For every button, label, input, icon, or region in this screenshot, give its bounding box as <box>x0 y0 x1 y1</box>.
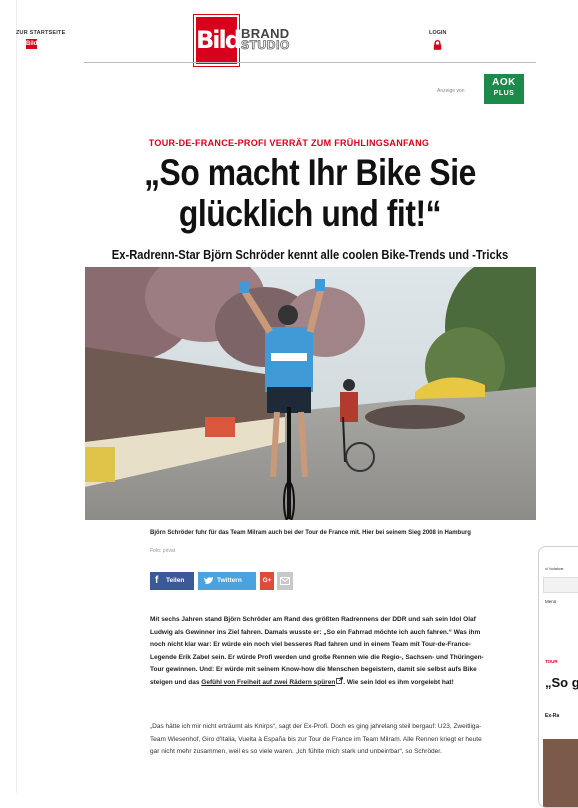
article-subline: Ex-Radrenn-Star Björn Schröder kennt all… <box>111 247 509 262</box>
article-kicker: TOUR-DE-FRANCE-PROFI VERRÄT ZUM FRÜHLING… <box>148 138 430 148</box>
facebook-icon: f <box>155 575 159 586</box>
page-left-border <box>16 0 17 793</box>
phone-status-bar: ııl Vodafone <box>545 567 564 571</box>
email-share-button[interactable] <box>277 572 293 590</box>
facebook-share-label: Teilen <box>166 577 185 584</box>
paragraph-1-text-end: . Wie sein Idol es ihm vorgelebt hat! <box>343 678 454 686</box>
phone-headline: „So gl <box>545 675 578 690</box>
freedom-link[interactable]: Gefühl von Freiheit auf zwei Rädern spür… <box>201 679 335 686</box>
article-paragraph-2: „Das hätte ich mir nicht erträumt als Kn… <box>150 723 482 755</box>
twitter-icon <box>204 577 213 584</box>
home-link[interactable]: ZUR STARTSEITE <box>16 30 65 36</box>
facebook-share-button[interactable]: f Teilen <box>150 572 194 590</box>
header-divider <box>84 62 536 63</box>
home-bild-icon[interactable]: Bild <box>26 39 37 49</box>
mobile-preview-mockup: ııl Vodafone Menü TOUR „So gl Ex-Ra <box>538 546 578 808</box>
phone-menu-label: Menü <box>545 599 557 604</box>
phone-address-bar <box>543 577 578 593</box>
phone-hero-image <box>543 739 578 807</box>
hero-image-cyclist <box>85 267 536 520</box>
image-credit: Foto: privat <box>150 548 176 554</box>
mail-icon <box>280 577 290 585</box>
article-paragraph-1: Mit sechs Jahren stand Björn Schröder am… <box>150 614 484 689</box>
login-link[interactable]: LOGIN <box>429 30 446 36</box>
ad-label: Anzeige von <box>437 88 465 94</box>
google-plus-share-button[interactable]: G+ <box>260 572 274 590</box>
brand-studio-line2: STUDIO <box>241 38 290 53</box>
phone-subline: Ex-Ra <box>545 713 560 719</box>
phone-kicker: TOUR <box>545 659 558 664</box>
lock-icon[interactable] <box>433 40 442 50</box>
aok-plus-logo[interactable]: AOK PLUS <box>484 74 524 104</box>
aok-logo-text: AOK <box>492 77 516 88</box>
twitter-share-label: Twittern <box>217 577 242 584</box>
paragraph-1-text: Mit sechs Jahren stand Björn Schröder am… <box>150 616 484 686</box>
article-headline: „So macht Ihr Bike Sie glücklich und fit… <box>144 152 476 234</box>
twitter-share-button[interactable]: Twittern <box>198 572 256 590</box>
image-caption: Björn Schröder fuhr für das Team Milram … <box>150 530 471 536</box>
bild-logo[interactable]: Bild <box>194 15 242 66</box>
aok-logo-subtext: PLUS <box>493 90 515 97</box>
